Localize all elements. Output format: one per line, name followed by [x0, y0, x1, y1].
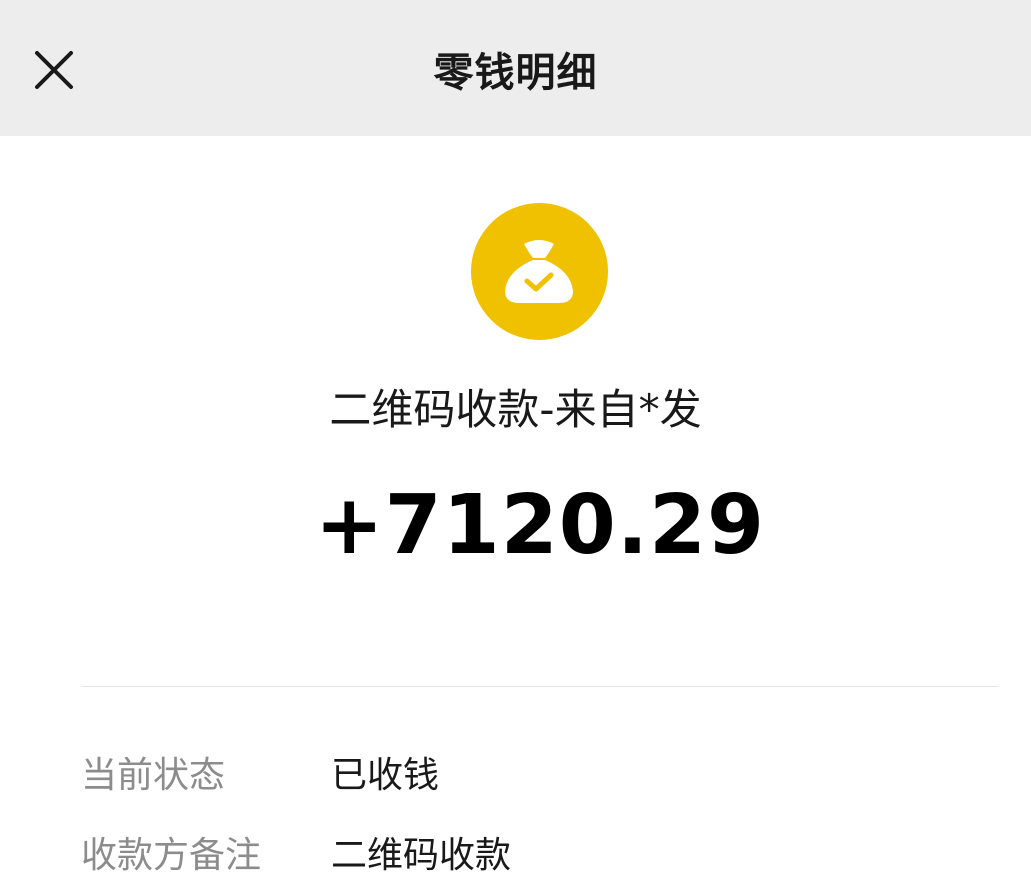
close-button[interactable]	[24, 40, 84, 100]
transaction-title: 二维码收款-来自*发	[329, 385, 702, 434]
header-bar: 零钱明细	[0, 0, 1031, 136]
transaction-icon-badge	[471, 203, 608, 340]
close-icon	[35, 51, 73, 89]
detail-value: 二维码收款	[331, 835, 512, 876]
detail-row-status: 当前状态 已收钱	[81, 746, 999, 806]
detail-label: 当前状态	[81, 755, 226, 796]
detail-row-payer-note: 收款方备注 二维码收款	[81, 826, 999, 886]
detail-label: 收款方备注	[81, 835, 262, 876]
detail-value: 已收钱	[331, 755, 440, 796]
divider	[81, 686, 999, 687]
transaction-amount: +7120.29	[314, 478, 766, 573]
change-detail-page: 零钱明细 二维码收款-来自*发 +7120.29 当前状态 已收钱 收款方备注 …	[0, 0, 1031, 891]
page-title: 零钱明细	[433, 50, 598, 96]
money-bag-check-icon	[505, 240, 573, 303]
